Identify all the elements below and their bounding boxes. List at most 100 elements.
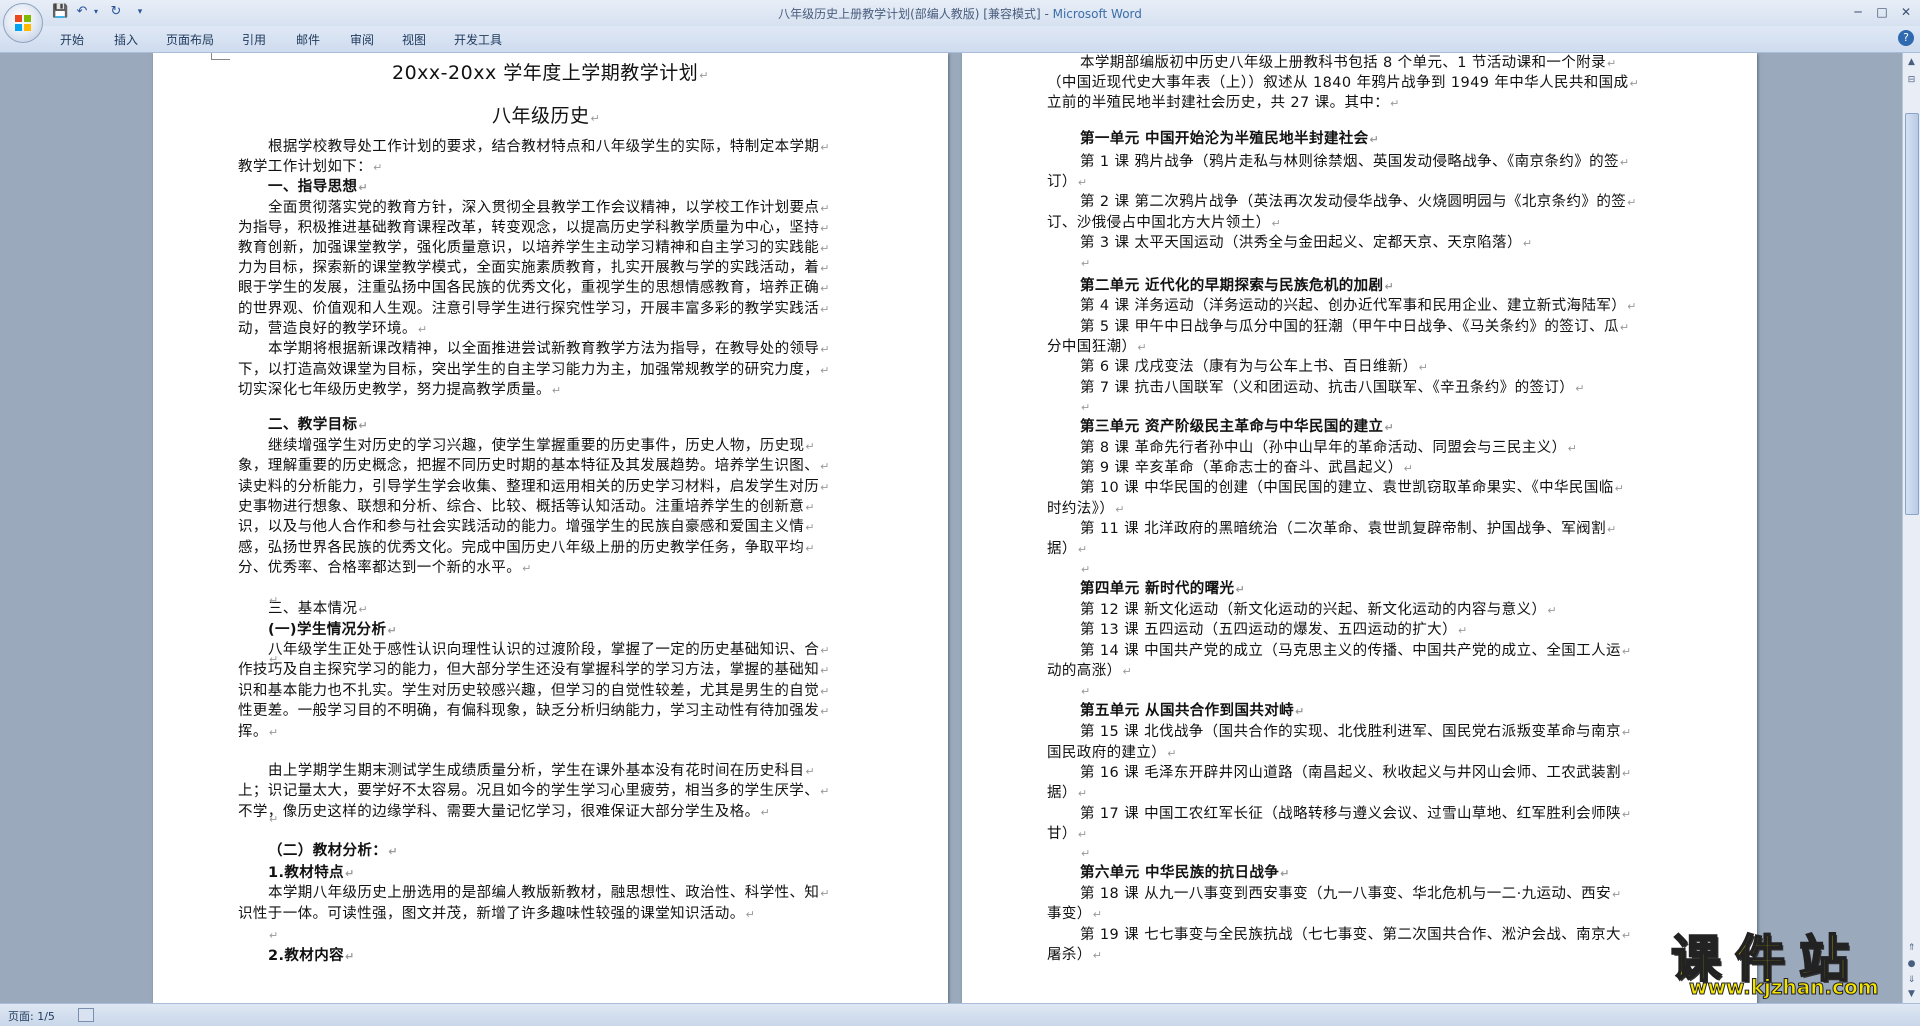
tab-review[interactable]: 审阅 [350,31,374,48]
paragraph-line[interactable]: 本学期部编版初中历史八年级上册教科书包括 8 个单元、1 节活动课和一个附录↵ [1080,53,1617,74]
paragraph-line[interactable]: 第 6 课 戊戌变法（康有为与公车上书、百日维新）↵ [1080,357,1428,378]
paragraph-line[interactable]: 国民政府的建立）↵ [1047,743,1177,764]
paragraph-line[interactable]: 象，理解重要的历史概念，把握不同历史时期的基本特征及其发展趋势。培养学生识图、↵ [238,456,830,477]
tab-page-layout[interactable]: 页面布局 [166,31,214,48]
paragraph-line[interactable]: 不学，像历史这样的边缘学科、需要大量记忆学习，很难保证大部分学生及格。↵ [238,802,770,823]
paragraph-line[interactable]: 第 14 课 中国共产党的成立（马克思主义的传播、中国共产党的成立、全国工人运↵ [1080,641,1632,662]
tab-mailings[interactable]: 邮件 [296,31,320,48]
paragraph-line[interactable]: 第三单元 资产阶级民主革命与中华民国的建立↵ [1080,417,1394,438]
paragraph-line[interactable]: 第 4 课 洋务运动（洋务运动的兴起、创办近代军事和民用企业、建立新式海陆军）↵ [1080,296,1637,317]
tab-insert[interactable]: 插入 [114,31,138,48]
paragraph-line[interactable]: （二）教材分析：↵ [268,841,398,862]
paragraph-line[interactable]: 第一单元 中国开始沦为半殖民地半封建社会↵ [1080,129,1379,150]
document-area[interactable]: 20xx-20xx 学年度上学期教学计划↵ 八年级历史↵ 根据学校教导处工作计划的要… [0,53,1903,1003]
paragraph-line[interactable]: 第 16 课 毛泽东开辟井冈山道路（南昌起义、秋收起义与井冈山会师、工农武装割↵ [1080,763,1632,784]
paragraph-line[interactable]: 作技巧及自主探究学习的能力，但大部分学生还没有掌握科学的学习方法，掌握的基础知↵ [238,660,830,681]
paragraph-line[interactable]: 屠杀）↵ [1047,945,1102,966]
paragraph-line[interactable]: 教学工作计划如下：↵ [238,157,383,178]
paragraph-line[interactable]: 第 17 课 中国工农红军长征（战略转移与遵义会议、过雪山草地、红军胜利会师陕↵ [1080,804,1632,825]
paragraph-line[interactable]: 本学期八年级历史上册选用的是部编人教版新教材，融思想性、政治性、科学性、知↵ [268,883,830,904]
paragraph-line[interactable]: 2.教材内容↵ [268,946,355,967]
paragraph-line[interactable]: （中国近现代史大事年表（上））叙述从 1840 年鸦片战争到 1949 年中华人… [1047,73,1639,94]
paragraph-line[interactable]: 第 1 课 鸦片战争（鸦片走私与林则徐禁烟、英国发动侵略战争、《南京条约》的签↵ [1080,152,1630,173]
paragraph-mark-icon: ↵ [551,384,562,397]
proofing-status-icon[interactable] [78,1008,94,1022]
paragraph-line[interactable]: 八年级历史↵ [492,106,600,129]
paragraph-line[interactable]: 第六单元 中华民族的抗日战争↵ [1080,863,1290,884]
paragraph-line[interactable]: 下，以打造高效课堂为目标，突出学生的自主学习能力为主，加强常规教学的研究力度，↵ [238,360,830,381]
paragraph-line[interactable]: 第 3 课 太平天国运动（洪秀全与金田起义、定都天京、天京陷落）↵ [1080,233,1532,254]
paragraph-line[interactable]: 八年级学生正处于感性认识向理性认识的过渡阶段，掌握了一定的历史基础知识、合↵ [268,640,830,661]
office-button[interactable] [3,3,43,43]
paragraph-line[interactable]: 据）↵ [1047,539,1087,560]
paragraph-line[interactable]: 第 7 课 抗击八国联军（义和团运动、抗击八国联军、《辛丑条约》的签订）↵ [1080,378,1585,399]
tab-home[interactable]: 开始 [60,31,84,48]
page-number-status[interactable]: 页面: 1/5 [8,1008,55,1024]
paragraph-line[interactable]: 甘）↵ [1047,824,1087,845]
paragraph-line[interactable]: 教育创新，加强课堂教学，强化质量意识，以培养学生主动学习精神和自主学习的实践能↵ [238,238,830,259]
paragraph-line[interactable]: 第 19 课 七七事变与全民族抗战（七七事变、第二次国共合作、淞沪会战、南京大↵ [1080,925,1632,946]
paragraph-line[interactable]: 第四单元 新时代的曙光↵ [1080,579,1245,600]
tab-references[interactable]: 引用 [242,31,266,48]
paragraph-line[interactable]: 二、教学目标↵ [268,415,368,436]
close-button[interactable]: ✕ [1896,3,1916,21]
paragraph-line[interactable]: 性更差。一般学习目的不明确，有偏科现象，缺乏分析归纳能力，学习主动性有待加强发↵ [238,701,830,722]
paragraph-line[interactable]: 眼于学生的发展，注重弘扬中国各民族的优秀文化，重视学生的思想情感教育，培养正确↵ [238,278,830,299]
paragraph-line[interactable]: 分中国狂潮）↵ [1047,337,1147,358]
paragraph-line[interactable]: 第 15 课 北伐战争（国共合作的实现、北伐胜利进军、国民党右派叛变革命与南京↵ [1080,722,1632,743]
scroll-up-icon[interactable]: ▲ [1905,55,1918,69]
paragraph-line[interactable]: 第 8 课 革命先行者孙中山（孙中山早年的革命活动、同盟会与三民主义）↵ [1080,438,1577,459]
vertical-scrollbar[interactable]: ▲ ⊟ ⇑ ● ⇓ ▼ [1902,53,1920,1003]
paragraph-line[interactable]: 第 10 课 中华民国的创建（中国民国的建立、袁世凯窃取革命果实、《中华民国临↵ [1080,478,1624,499]
paragraph-line[interactable]: 挥。↵ [238,722,278,743]
paragraph-line[interactable]: 识性于一体。可读性强，图文并茂，新增了许多趣味性较强的课堂知识活动。↵ [238,904,755,925]
paragraph-line[interactable]: 订、沙俄侵占中国北方大片领土）↵ [1047,213,1281,234]
paragraph-line[interactable]: 上；识记量太大，要学好不太容易。况且如今的学生学习心里疲劳，相当多的学生厌学、↵ [238,781,830,802]
paragraph-line[interactable]: 力为目标，探索新的课堂教学模式，全面实施素质教育，扎实开展教与学的实践活动，着↵ [238,258,830,279]
paragraph-line[interactable]: 事变）↵ [1047,904,1102,925]
paragraph-line[interactable]: 第 9 课 辛亥革命（革命志士的奋斗、武昌起义）↵ [1080,458,1413,479]
paragraph-line[interactable]: 第二单元 近代化的早期探索与民族危机的加剧↵ [1080,276,1394,297]
paragraph-line[interactable]: 继续增强学生对历史的学习兴趣，使学生掌握重要的历史事件，历史人物，历史现↵ [268,436,815,457]
paragraph-line[interactable]: 识和基本能力也不扎实。学生对历史较感兴趣，但学习的自觉性较差，尤其是男生的自觉↵ [238,681,830,702]
maximize-button[interactable]: □ [1872,3,1892,21]
paragraph-line[interactable]: 一、指导思想↵ [268,177,368,198]
paragraph-line[interactable]: 由上学期学生期末测试学生成绩质量分析，学生在课外基本没有花时间在历史科目↵ [268,761,815,782]
paragraph-line[interactable]: 的世界观、价值观和人生观。注意引导学生进行探究性学习，开展丰富多彩的教学实践活↵ [238,299,830,320]
paragraph-line[interactable]: 识，以及与他人合作和参与社会实践活动的能力。增强学生的民族自豪感和爱国主义情↵ [238,517,815,538]
paragraph-line[interactable]: 为指导，积极推进基础教育课程改革，转变观念，以提高历史学科教学质量为中心，坚持↵ [238,218,830,239]
paragraph-line[interactable]: 动的高涨）↵ [1047,661,1132,682]
paragraph-line[interactable]: 本学期将根据新课改精神，以全面推进尝试新教育教学方法为指导，在教导处的领导↵ [268,339,830,360]
paragraph-line[interactable]: 第 18 课 从九一八事变到西安事变（九一八事变、华北危机与一二·九运动、西安↵ [1080,884,1622,905]
help-icon[interactable]: ? [1898,30,1914,46]
paragraph-line[interactable]: 第 12 课 新文化运动（新文化运动的兴起、新文化运动的内容与意义）↵ [1080,600,1557,621]
ruler-toggle-icon[interactable]: ⊟ [1905,73,1918,87]
paragraph-line[interactable]: 全面贯彻落实党的教育方针，深入贯彻全县教学工作会议精神，以学校工作计划要点↵ [268,198,830,219]
document-page-2[interactable]: 本学期部编版初中历史八年级上册教科书包括 8 个单元、1 节活动课和一个附录↵ （… [962,53,1757,1003]
minimize-button[interactable]: ─ [1848,3,1868,21]
paragraph-line[interactable]: 第 11 课 北洋政府的黑暗统治（二次革命、袁世凯复辟帝制、护国战争、军阀割↵ [1080,519,1617,540]
paragraph-line[interactable]: 动，营造良好的教学环境。↵ [238,319,427,340]
paragraph-line[interactable]: 第 2 课 第二次鸦片战争（英法再次发动侵华战争、火烧圆明园与《北京条约》的签↵ [1080,192,1637,213]
paragraph-line[interactable]: 三、基本情况↵ [268,599,368,620]
tab-view[interactable]: 视图 [402,31,426,48]
paragraph-line[interactable]: 订）↵ [1047,172,1087,193]
document-page-1[interactable]: 20xx-20xx 学年度上学期教学计划↵ 八年级历史↵ 根据学校教导处工作计划的要… [153,53,948,1003]
tab-developer[interactable]: 开发工具 [454,31,502,48]
paragraph-line[interactable]: 据）↵ [1047,783,1087,804]
paragraph-line[interactable]: 史事物进行想象、联想和分析、综合、比较、概括等认知活动。注重培养学生的创新意↵ [238,497,815,518]
paragraph-line[interactable]: 感，弘扬世界各民族的优秀文化。完成中国历史八年级上册的历史教学任务，争取平均↵ [238,538,815,559]
paragraph-line[interactable]: (一)学生情况分析↵ [268,620,397,641]
paragraph-line[interactable]: 时约法》）↵ [1047,499,1125,520]
paragraph-line[interactable]: 1.教材特点↵ [268,863,355,884]
paragraph-line[interactable]: 读史料的分析能力，引导学生学会收集、整理和运用相关的历史学习材料，启发学生对历↵ [238,477,830,498]
paragraph-line[interactable]: 立前的半殖民地半封建社会历史，共 27 课。其中：↵ [1047,93,1400,114]
paragraph-line[interactable]: 第五单元 从国共合作到国共对峙↵ [1080,701,1305,722]
paragraph-line[interactable]: 20xx-20xx 学年度上学期教学计划↵ [392,63,709,86]
scroll-thumb[interactable] [1905,113,1919,515]
paragraph-line[interactable]: 根据学校教导处工作计划的要求，结合教材特点和八年级学生的实际，特制定本学期↵ [268,137,830,158]
paragraph-line[interactable]: 第 13 课 五四运动（五四运动的爆发、五四运动的扩大）↵ [1080,620,1468,641]
paragraph-line[interactable]: 分、优秀率、合格率都达到一个新的水平。↵ [238,558,532,579]
paragraph-line[interactable]: 第 5 课 甲午中日战争与瓜分中国的狂潮（甲午中日战争、《马关条约》的签订、瓜↵ [1080,317,1630,338]
paragraph-line[interactable]: 切实深化七年级历史教学，努力提高教学质量。↵ [238,380,562,401]
